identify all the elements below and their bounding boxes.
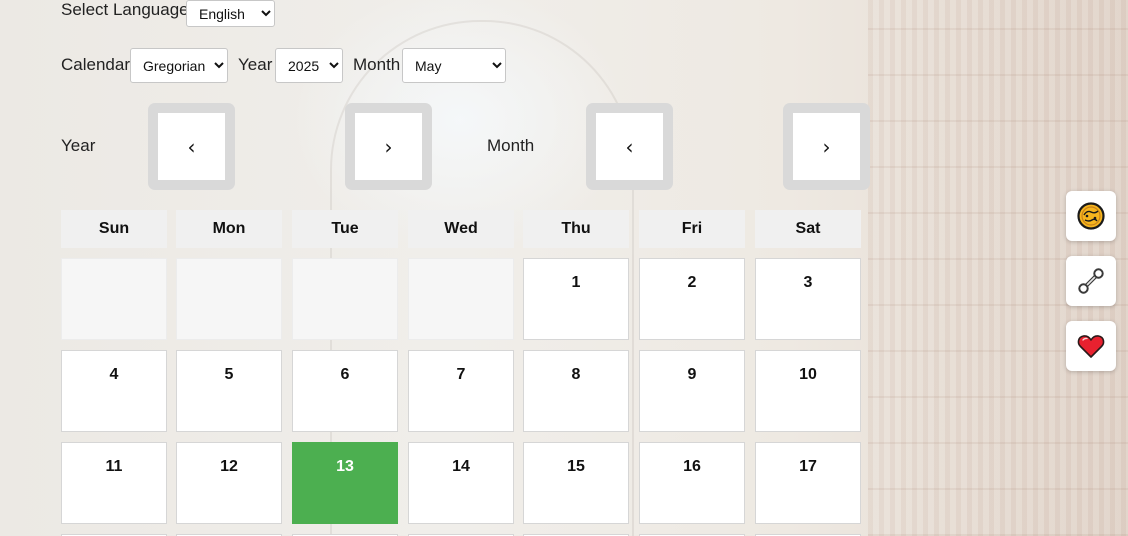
year-select[interactable]: 2025 <box>275 48 343 83</box>
globe-button[interactable] <box>1066 191 1116 241</box>
language-select[interactable]: English <box>186 0 275 27</box>
weekday-header-fri: Fri <box>639 210 745 248</box>
day-cell-16[interactable]: 16 <box>639 442 745 524</box>
year-select-label: Year <box>238 55 273 74</box>
day-cell-15[interactable]: 15 <box>523 442 629 524</box>
day-cell-3[interactable]: 3 <box>755 258 861 340</box>
day-cell-1[interactable]: 1 <box>523 258 629 340</box>
day-cell-17[interactable]: 17 <box>755 442 861 524</box>
weekday-header-wed: Wed <box>408 210 514 248</box>
weekday-header-sat: Sat <box>755 210 861 248</box>
empty-day-cell <box>176 258 282 340</box>
favorite-button[interactable] <box>1066 321 1116 371</box>
weekday-header-mon: Mon <box>176 210 282 248</box>
wrench-icon <box>1078 268 1104 294</box>
month-select[interactable]: May <box>402 48 506 83</box>
year-nav-label: Year <box>61 136 96 155</box>
day-cell-13-selected[interactable]: 13 <box>292 442 398 524</box>
tools-button[interactable] <box>1066 256 1116 306</box>
empty-day-cell <box>61 258 167 340</box>
prev-year-button[interactable]: ‹ <box>158 113 225 180</box>
next-month-button[interactable]: › <box>793 113 860 180</box>
heart-icon <box>1077 335 1105 358</box>
day-cell-11[interactable]: 11 <box>61 442 167 524</box>
day-cell-7[interactable]: 7 <box>408 350 514 432</box>
empty-day-cell <box>408 258 514 340</box>
day-cell-8[interactable]: 8 <box>523 350 629 432</box>
day-cell-10[interactable]: 10 <box>755 350 861 432</box>
day-cell-6[interactable]: 6 <box>292 350 398 432</box>
next-year-frame: › <box>345 103 432 190</box>
day-cell-4[interactable]: 4 <box>61 350 167 432</box>
day-cell-12[interactable]: 12 <box>176 442 282 524</box>
day-cell-9[interactable]: 9 <box>639 350 745 432</box>
prev-year-frame: ‹ <box>148 103 235 190</box>
orange-globe-icon <box>1077 202 1105 230</box>
weekday-header-thu: Thu <box>523 210 629 248</box>
day-cell-14[interactable]: 14 <box>408 442 514 524</box>
language-label: Select Language <box>61 0 189 19</box>
next-year-button[interactable]: › <box>355 113 422 180</box>
day-cell-2[interactable]: 2 <box>639 258 745 340</box>
month-select-label: Month <box>353 55 401 74</box>
day-cell-5[interactable]: 5 <box>176 350 282 432</box>
weekday-header-tue: Tue <box>292 210 398 248</box>
month-nav-label: Month <box>487 136 535 155</box>
empty-day-cell <box>292 258 398 340</box>
prev-month-button[interactable]: ‹ <box>596 113 663 180</box>
calendar-type-label: Calendar <box>61 55 130 74</box>
next-month-frame: › <box>783 103 870 190</box>
calendar-type-select[interactable]: Gregorian <box>130 48 228 83</box>
prev-month-frame: ‹ <box>586 103 673 190</box>
weekday-header-sun: Sun <box>61 210 167 248</box>
